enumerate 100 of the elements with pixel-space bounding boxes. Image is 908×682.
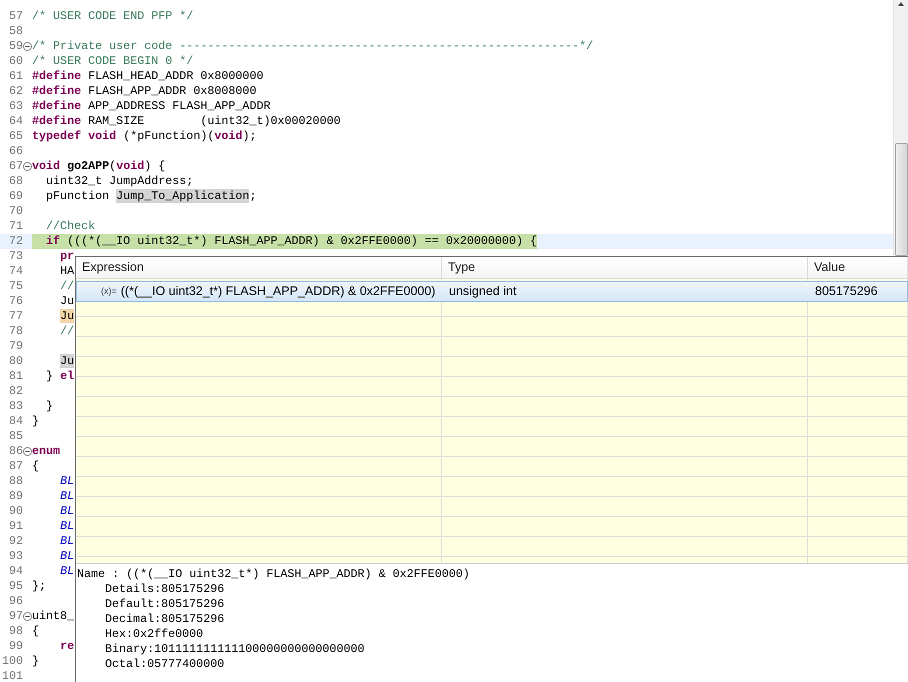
- line-number: 62: [8, 84, 23, 99]
- code-line: #define RAM_SIZE (uint32_t)0x00020000: [32, 114, 341, 129]
- line-number: 81: [8, 369, 23, 384]
- code-line: BL: [59, 549, 74, 564]
- code-line: {: [32, 459, 40, 474]
- line-number: 94: [8, 564, 23, 579]
- line-number: 77: [8, 309, 23, 324]
- line-number: 85: [8, 429, 23, 444]
- line-number: 100: [0, 654, 23, 669]
- line-number: 61: [8, 69, 23, 84]
- code-line: BL: [59, 519, 74, 534]
- line-number: 80: [8, 354, 23, 369]
- type-text: unsigned int: [448, 283, 518, 300]
- scrollbar-thumb[interactable]: [895, 143, 908, 256]
- code-line: #define APP_ADDRESS FLASH_APP_ADDR: [32, 99, 270, 114]
- line-number: 67: [8, 159, 23, 174]
- code-line: //: [59, 279, 74, 294]
- line-number: 82: [8, 384, 23, 399]
- code-line: }: [32, 654, 40, 669]
- code-line: re: [59, 639, 74, 654]
- line-number: 59: [8, 39, 23, 54]
- code-line: BL: [59, 474, 74, 489]
- code-line: }: [45, 399, 54, 414]
- line-number: 74: [8, 264, 23, 279]
- collapse-icon[interactable]: [23, 612, 32, 621]
- code-line: };: [32, 579, 46, 594]
- line-number: 98: [8, 624, 23, 639]
- watch-row[interactable]: (x)= ((*(__IO uint32_t*) FLASH_APP_ADDR) & 0x2FFE0000) unsigned int 805175296: [76, 281, 908, 302]
- code-line: pFunction Jump_To_Application;: [45, 189, 256, 204]
- code-line: #define FLASH_HEAD_ADDR 0x8000000: [32, 69, 264, 84]
- line-number: 57: [8, 9, 23, 24]
- line-number: 70: [8, 204, 23, 219]
- line-number: 66: [8, 144, 23, 159]
- scroll-up-icon[interactable]: [898, 2, 904, 6]
- line-number: 96: [8, 594, 23, 609]
- code-line: #define FLASH_APP_ADDR 0x8008000: [32, 84, 256, 99]
- code-line: /* Private user code ---------------------------------------------------------*/: [32, 39, 594, 54]
- line-number: 71: [8, 219, 23, 234]
- line-number: 90: [8, 504, 23, 519]
- code-line: {: [32, 624, 40, 639]
- code-line: }: [32, 414, 40, 429]
- variable-icon: (x)=: [95, 282, 117, 301]
- detail-line: Default:805175296: [105, 597, 224, 611]
- code-line: Ju: [59, 294, 74, 309]
- line-number: 83: [8, 399, 23, 414]
- line-number: 89: [8, 489, 23, 504]
- detail-line: Decimal:805175296: [105, 612, 224, 626]
- line-number: 60: [8, 54, 23, 69]
- line-number: 72: [8, 234, 23, 249]
- line-number: 65: [8, 129, 23, 144]
- code-line: BL: [59, 504, 74, 519]
- line-number: 69: [8, 189, 23, 204]
- column-header[interactable]: Type: [442, 257, 808, 278]
- line-number: 97: [8, 609, 23, 624]
- detail-line: Details:805175296: [105, 582, 224, 596]
- line-number: 101: [0, 669, 23, 682]
- detail-line: Hex:0x2ffe0000: [105, 627, 204, 641]
- line-number: 99: [8, 639, 23, 654]
- detail-line: Binary:101111111111100000000000000000: [105, 642, 365, 656]
- line-number: 58: [8, 24, 23, 39]
- line-number: 76: [8, 294, 23, 309]
- code-line: HA: [59, 264, 74, 279]
- code-line: typedef void (*pFunction)(void);: [32, 129, 256, 144]
- collapse-icon[interactable]: [23, 162, 32, 171]
- line-number: 73: [8, 249, 23, 264]
- line-number: 95: [8, 579, 23, 594]
- column-header[interactable]: Value: [808, 257, 908, 278]
- code-line: void go2APP(void) {: [32, 159, 166, 174]
- line-number: 91: [8, 519, 23, 534]
- code-line: uint8_: [32, 609, 74, 624]
- detail-name: Name : ((*(__IO uint32_t*) FLASH_APP_ADDR) & 0x2FFE0000): [77, 567, 471, 582]
- line-number: 68: [8, 174, 23, 189]
- code-line: //Check: [45, 219, 96, 234]
- line-number: 75: [8, 279, 23, 294]
- line-number: 86: [8, 444, 23, 459]
- detail-line: Octal:05777400000: [105, 657, 224, 671]
- code-line: BL: [59, 534, 74, 549]
- line-number: 87: [8, 459, 23, 474]
- line-number: 79: [8, 339, 23, 354]
- collapse-icon[interactable]: [23, 42, 32, 51]
- line-number: 88: [8, 474, 23, 489]
- column-header[interactable]: Expression: [76, 257, 442, 278]
- line-number: 92: [8, 534, 23, 549]
- line-number: 93: [8, 549, 23, 564]
- code-line: /* USER CODE BEGIN 0 */: [32, 54, 194, 69]
- code-line: pr: [59, 249, 74, 264]
- code-line: BL: [59, 489, 74, 504]
- value-text: 805175296: [814, 283, 879, 300]
- code-line: } el: [45, 369, 74, 384]
- scrollbar[interactable]: [893, 0, 908, 256]
- code-line: BL: [59, 564, 74, 579]
- line-number: 64: [8, 114, 23, 129]
- code-line: enum: [32, 444, 60, 459]
- collapse-icon[interactable]: [23, 447, 32, 456]
- expression-text: ((*(__IO uint32_t*) FLASH_APP_ADDR) & 0x2FFE0000): [120, 283, 436, 300]
- code-line: //: [59, 324, 74, 339]
- line-number: 78: [8, 324, 23, 339]
- code-line: /* USER CODE END PFP */: [32, 9, 194, 24]
- code-line: uint32_t JumpAddress;: [45, 174, 194, 189]
- line-number: 84: [8, 414, 23, 429]
